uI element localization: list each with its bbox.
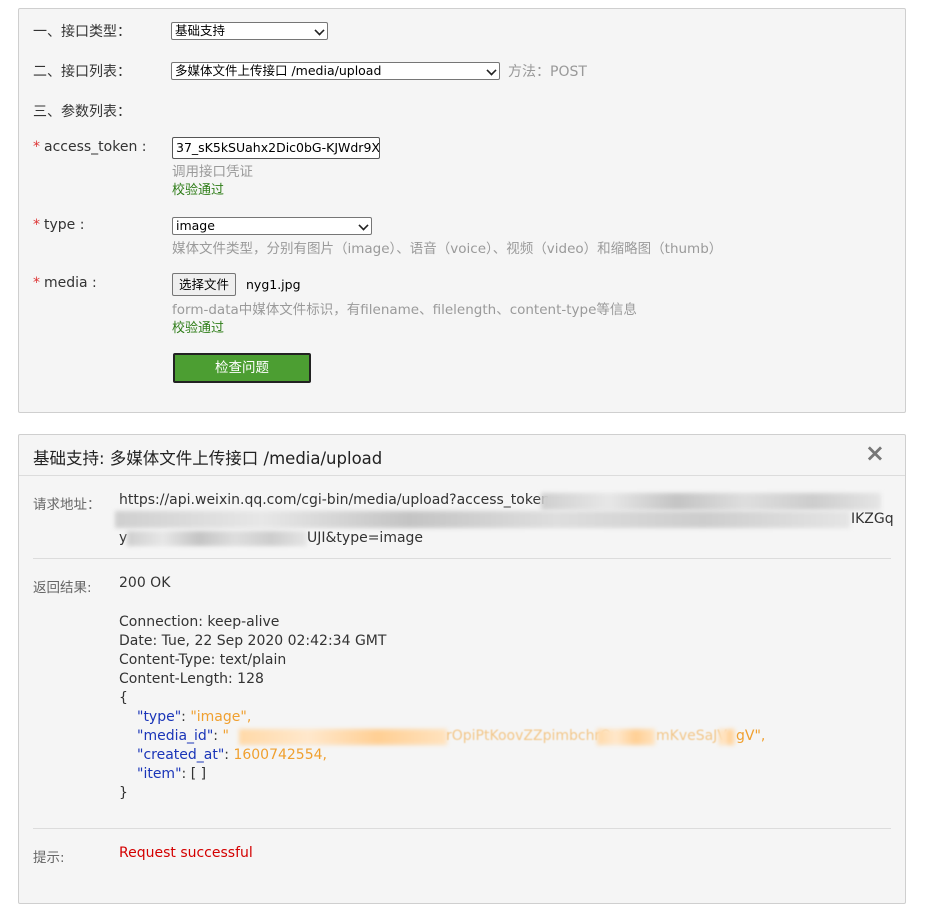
json-key: "type": [137, 709, 182, 725]
request-url-line3-end: UJI&type=image: [307, 530, 424, 546]
choose-file-button[interactable]: 选择文件: [172, 273, 237, 296]
json-value: ": [222, 728, 229, 744]
redacted-token: [541, 493, 881, 510]
interface-list-label: 二、接口列表：: [33, 64, 131, 80]
json-key: "item": [137, 766, 182, 782]
json-line-type: "type": "image",: [137, 709, 252, 725]
divider: [33, 828, 891, 829]
json-line-item: "item": [ ]: [137, 766, 207, 782]
tip-label: 提示:: [33, 850, 65, 866]
chevron-down-icon: [358, 220, 369, 231]
interface-type-value: 基础支持: [175, 23, 226, 38]
json-value: "image",: [190, 709, 252, 725]
result-title: 基础支持: 多媒体文件上传接口 /media/upload: [33, 449, 383, 468]
response-header: Date: Tue, 22 Sep 2020 02:42:34 GMT: [119, 633, 387, 649]
json-key: "media_id": [137, 728, 214, 744]
result-panel: 基础支持: 多媒体文件上传接口 /media/upload × 请求地址： ht…: [18, 434, 906, 904]
request-url-label: 请求地址：: [33, 497, 101, 513]
redacted-media-id: [719, 729, 735, 745]
selected-file-name: nyg1.jpg: [246, 277, 301, 292]
interface-type-select[interactable]: 基础支持: [171, 22, 328, 40]
type-select[interactable]: image: [172, 217, 372, 235]
tip-message: Request successful: [119, 845, 253, 861]
media-label-text: media :: [44, 275, 97, 291]
params-heading: 三、参数列表：: [33, 104, 131, 120]
type-label: * type :: [33, 217, 84, 233]
request-url-line2-end: IKZGq: [851, 511, 894, 527]
json-key: "created_at": [137, 747, 225, 763]
check-problem-button[interactable]: 检查问题: [173, 353, 311, 383]
response-header: Connection: keep-alive: [119, 614, 280, 630]
divider: [33, 558, 891, 559]
redacted-media-id: [597, 729, 655, 745]
access-token-hint: 调用接口凭证: [172, 164, 253, 180]
json-close-brace: }: [119, 785, 128, 801]
media-label: * media :: [33, 275, 97, 291]
chevron-down-icon: [486, 65, 497, 76]
json-media-id-partial: mKveSaJV: [656, 728, 727, 744]
required-marker: *: [33, 275, 40, 291]
json-line-media-id: "media_id": ": [137, 728, 229, 744]
close-icon[interactable]: ×: [865, 439, 885, 467]
required-marker: *: [33, 217, 40, 233]
response-label: 返回结果:: [33, 580, 92, 596]
chevron-down-icon: [314, 25, 325, 36]
media-status: 校验通过: [172, 321, 225, 336]
method-text: 方法：POST: [508, 64, 587, 80]
type-hint: 媒体文件类型，分别有图片（image）、语音（voice）、视频（video）和…: [172, 241, 723, 257]
redacted-token: [127, 531, 307, 546]
json-line-created-at: "created_at": 1600742554,: [137, 747, 327, 763]
access-token-input[interactable]: 37_sK5kSUahx2Dic0bG-KJWdr9X: [172, 137, 380, 159]
response-header: Content-Type: text/plain: [119, 652, 287, 668]
redacted-token: [115, 511, 850, 528]
request-url-line1: https://api.weixin.qq.com/cgi-bin/media/…: [119, 492, 562, 508]
interface-type-label: 一、接口类型：: [33, 24, 131, 40]
interface-list-value: 多媒体文件上传接口 /media/upload: [175, 63, 382, 78]
divider: [19, 475, 905, 476]
json-media-id-tail: gV",: [736, 728, 766, 744]
access-token-label: * access_token :: [33, 139, 147, 155]
json-value: [ ]: [190, 766, 207, 782]
required-marker: *: [33, 139, 40, 155]
json-open-brace: {: [119, 690, 128, 706]
redacted-media-id: [239, 729, 447, 745]
type-label-text: type :: [44, 217, 85, 233]
media-hint: form-data中媒体文件标识，有filename、filelength、co…: [172, 302, 637, 318]
interface-list-select[interactable]: 多媒体文件上传接口 /media/upload: [171, 62, 500, 80]
access-token-label-text: access_token :: [44, 139, 147, 155]
response-header: Content-Length: 128: [119, 671, 264, 687]
json-value: 1600742554,: [233, 747, 327, 763]
request-form-panel: 一、接口类型： 基础支持 二、接口列表： 多媒体文件上传接口 /media/up…: [18, 8, 906, 413]
access-token-status: 校验通过: [172, 183, 225, 198]
response-status: 200 OK: [119, 575, 171, 591]
type-value: image: [176, 218, 215, 233]
